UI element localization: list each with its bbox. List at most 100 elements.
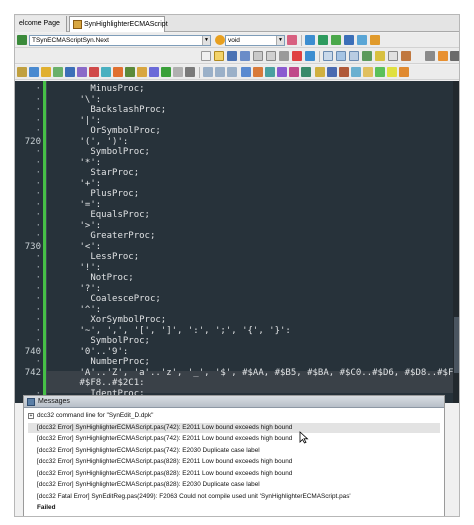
line-number: · (35, 94, 41, 105)
chevron-down-icon[interactable]: ▼ (276, 36, 284, 45)
tool-icon[interactable] (17, 67, 27, 77)
project-manager-icon[interactable] (363, 67, 373, 77)
code-editor[interactable]: · · · · · 720 · · · · · · · · · 730 · · · · · · · · · 740 · 742 · Mi… (15, 81, 460, 403)
message-item[interactable]: [dcc32 Error] SynHighlighterECMAScript.p… (28, 480, 440, 490)
pause-icon[interactable] (185, 67, 195, 77)
tab-welcome-page[interactable]: elcome Page (15, 16, 67, 32)
form-icon[interactable] (375, 51, 385, 61)
code-line: 'A'..'Z', 'a'..'z', '_', '$', #$AA, #$B5… (47, 367, 460, 378)
line-number: · (35, 168, 41, 178)
save-icon[interactable] (227, 51, 237, 61)
inspect-icon[interactable] (113, 67, 123, 77)
breakpoint-icon[interactable] (89, 67, 99, 77)
watch-icon[interactable] (101, 67, 111, 77)
palette-icon[interactable] (401, 51, 411, 61)
object-inspector-icon[interactable] (339, 67, 349, 77)
expand-icon[interactable]: + (28, 413, 34, 419)
copy-icon[interactable] (253, 51, 263, 61)
warning-icon[interactable] (370, 35, 380, 45)
eraser-icon[interactable] (287, 35, 297, 45)
message-item[interactable]: + dcc32 command line for "SynEdit_D.dpk" (28, 411, 440, 421)
desktop-icon[interactable] (336, 51, 346, 61)
message-text: [dcc32 Error] SynHighlighterECMAScript.p… (37, 435, 293, 442)
line-number: · (35, 231, 41, 241)
message-text: [dcc32 Error] SynHighlighterECMAScript.p… (37, 458, 293, 465)
close-icon[interactable] (292, 51, 302, 61)
message-item[interactable]: [dcc32 Fatal Error] SynEditReg.pas(2499)… (28, 492, 440, 502)
tool-palette-icon[interactable] (351, 67, 361, 77)
step-into-icon[interactable] (215, 67, 225, 77)
open-folder-icon[interactable] (214, 51, 224, 61)
line-number: · (35, 178, 41, 189)
toolbar-row-debug (15, 65, 459, 80)
line-number-gutter[interactable]: · · · · · 720 · · · · · · · · · 730 · · · · · · · · · 740 · 742 · (15, 81, 43, 403)
line-number: · (35, 147, 41, 157)
message-text: dcc32 command line for "SynEdit_D.dpk" (37, 412, 154, 419)
tab-synhighlighter-ecmascript[interactable]: SynHighlighterECMAScript (69, 16, 168, 32)
rad-studio-icon[interactable] (318, 35, 328, 45)
build-icon[interactable] (41, 67, 51, 77)
settings-icon[interactable] (399, 67, 409, 77)
step-over-icon[interactable] (203, 67, 213, 77)
code-line: StarProc; (47, 168, 140, 178)
run-green-icon[interactable] (53, 67, 63, 77)
redo-icon[interactable] (305, 51, 315, 61)
compile-icon[interactable] (29, 67, 39, 77)
step-out-icon[interactable] (227, 67, 237, 77)
history-icon[interactable] (315, 67, 325, 77)
model-view-icon[interactable] (387, 67, 397, 77)
run-arrow-icon[interactable] (161, 67, 171, 77)
project-icon[interactable] (125, 67, 135, 77)
line-number: 720 (24, 136, 41, 147)
trace-icon[interactable] (77, 67, 87, 77)
message-item[interactable]: [dcc32 Error] SynHighlighterECMAScript.p… (28, 469, 440, 479)
code-line: '>': (47, 220, 102, 231)
cut-icon[interactable] (279, 51, 289, 61)
unit-icon[interactable] (137, 67, 147, 77)
toolbar-options-icon[interactable] (425, 51, 435, 61)
code-line: XorSymbolProc; (47, 315, 167, 325)
paste-icon[interactable] (266, 51, 276, 61)
undo-icon[interactable] (305, 35, 315, 45)
vertical-scrollbar[interactable] (453, 81, 459, 403)
grid-icon[interactable] (388, 51, 398, 61)
messages-panel: Messages + dcc32 command line for "SynEdi… (23, 395, 445, 516)
windows-icon[interactable] (344, 35, 354, 45)
message-item[interactable]: Failed (28, 503, 440, 513)
save-all-icon[interactable] (240, 51, 250, 61)
messages-panel-title[interactable]: Messages (24, 396, 444, 408)
message-item[interactable]: [dcc32 Error] SynHighlighterECMAScript.p… (28, 457, 440, 467)
code-line: '<': (47, 241, 102, 252)
code-line: BackslashProc; (47, 105, 167, 115)
bookmark-icon[interactable] (438, 51, 448, 61)
device-icon[interactable] (357, 35, 367, 45)
class-selector-combo[interactable]: TSynECMAScriptSyn.Next ▼ (29, 35, 211, 46)
size-icon[interactable] (253, 67, 263, 77)
order-icon[interactable] (265, 67, 275, 77)
lock-icon[interactable] (301, 67, 311, 77)
data-explorer-icon[interactable] (375, 67, 385, 77)
step-icon[interactable] (65, 67, 75, 77)
message-item[interactable]: [dcc32 Error] SynHighlighterECMAScript.p… (28, 434, 440, 444)
component-icon[interactable] (362, 51, 372, 61)
align-icon[interactable] (241, 67, 251, 77)
message-item[interactable]: [dcc32 Error] SynHighlighterECMAScript.p… (28, 422, 440, 433)
method-selector-combo[interactable]: void ▼ (225, 35, 285, 46)
message-item[interactable]: [dcc32 Error] SynHighlighterECMAScript.p… (28, 446, 440, 456)
chevron-right-icon[interactable] (450, 51, 459, 61)
run-icon[interactable] (331, 35, 341, 45)
structure-icon[interactable] (17, 35, 27, 45)
line-number: · (35, 199, 41, 210)
scrollbar-thumb[interactable] (454, 317, 459, 373)
dropdown-icon[interactable] (173, 67, 183, 77)
structure-view-icon[interactable] (327, 67, 337, 77)
new-file-icon[interactable] (201, 51, 211, 61)
window-icon[interactable] (349, 51, 359, 61)
code-line: NotProc; (47, 273, 134, 283)
chevron-down-icon[interactable]: ▼ (202, 36, 210, 45)
form-toggle-icon[interactable] (149, 67, 159, 77)
code-line: '0'..'9': (47, 346, 129, 357)
layout-icon[interactable] (323, 51, 333, 61)
tab-order-icon[interactable] (277, 67, 287, 77)
creation-order-icon[interactable] (289, 67, 299, 77)
